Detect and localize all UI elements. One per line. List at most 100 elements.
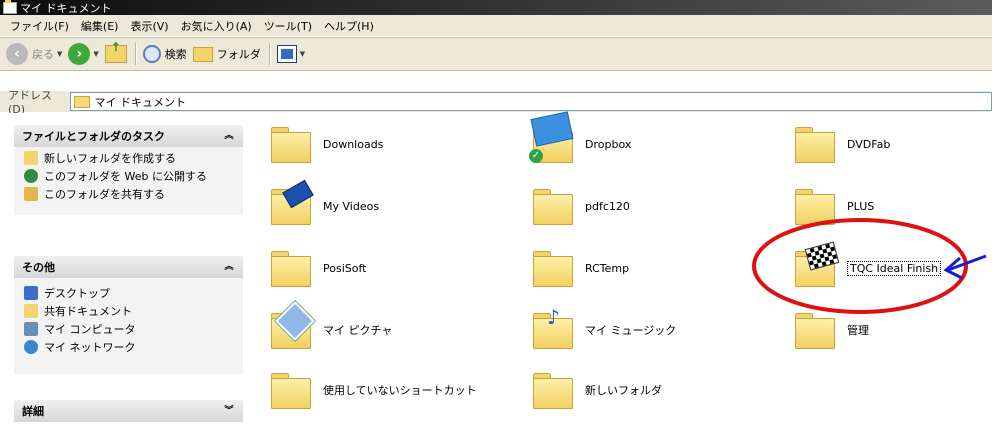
address-bar: アドレス(D) マイ ドキュメント bbox=[0, 89, 992, 116]
folder-icon bbox=[3, 0, 17, 14]
folder-icon bbox=[529, 249, 575, 287]
item-label: 使用していないショートカット bbox=[323, 384, 477, 397]
folder-item-downloads[interactable]: Downloads bbox=[267, 125, 383, 163]
highlight-circle bbox=[752, 218, 968, 314]
collapse-icon[interactable]: ︽ bbox=[223, 261, 235, 273]
item-label: pdfc120 bbox=[585, 199, 630, 213]
music-folder-icon: ♪ bbox=[529, 305, 575, 349]
other-panel-header[interactable]: その他 ︽ bbox=[14, 256, 243, 278]
menu-view[interactable]: 表示(V) bbox=[130, 18, 168, 34]
task-label: このフォルダを共有する bbox=[44, 188, 165, 201]
folder-item-my-videos[interactable]: My Videos bbox=[267, 179, 380, 225]
item-label: Downloads bbox=[323, 137, 384, 151]
address-label: アドレス(D) bbox=[8, 89, 52, 116]
address-input[interactable]: マイ ドキュメント bbox=[70, 92, 992, 111]
views-button[interactable]: ▼ bbox=[276, 41, 305, 67]
folder-item-pdfc120[interactable]: pdfc120 bbox=[529, 187, 630, 225]
title-bar: マイ ドキュメント bbox=[0, 0, 992, 15]
task-panel-header[interactable]: ファイルとフォルダのタスク ︽ bbox=[14, 125, 243, 147]
folders-label: フォルダ bbox=[216, 48, 261, 61]
folder-icon bbox=[791, 125, 837, 163]
folder-icon bbox=[267, 125, 313, 163]
folder-icon bbox=[267, 371, 313, 409]
menu-help[interactable]: ヘルプ(H) bbox=[324, 18, 374, 34]
address-value: マイ ドキュメント bbox=[94, 95, 186, 109]
other-panel-body: デスクトップ 共有ドキュメント マイ コンピュータ マイ ネットワーク bbox=[14, 278, 243, 374]
folder-icon bbox=[267, 249, 313, 287]
folder-item-my-music[interactable]: ♪ マイ ミュージック bbox=[529, 305, 677, 349]
link-desktop[interactable]: デスクトップ bbox=[24, 284, 243, 302]
menu-file[interactable]: ファイル(F) bbox=[10, 18, 69, 34]
toolbar: ‹ 戻る ▼ › ▼ ↑ 検索 フォルダ ▼ bbox=[0, 37, 992, 71]
details-panel-header[interactable]: 詳細 ︾ bbox=[14, 400, 243, 422]
dropbox-icon: ✓ bbox=[529, 111, 575, 163]
item-label: My Videos bbox=[323, 199, 380, 213]
link-label: マイ ネットワーク bbox=[44, 341, 136, 354]
toolbar-separator bbox=[268, 43, 271, 65]
folder-item-my-pictures[interactable]: マイ ピクチャ bbox=[267, 299, 393, 349]
link-label: マイ コンピュータ bbox=[44, 323, 136, 336]
folders-button[interactable]: フォルダ bbox=[192, 41, 261, 67]
item-label: Dropbox bbox=[585, 137, 632, 151]
views-icon bbox=[276, 45, 297, 63]
folder-item-unused-shortcuts[interactable]: 使用していないショートカット bbox=[267, 371, 477, 409]
folder-item-dvdfab[interactable]: DVDFab bbox=[791, 125, 890, 163]
folder-icon bbox=[74, 95, 91, 108]
search-label: 検索 bbox=[164, 48, 187, 61]
desktop-icon bbox=[24, 286, 38, 300]
up-folder-icon: ↑ bbox=[104, 40, 127, 63]
task-label: このフォルダを Web に公開する bbox=[44, 170, 207, 183]
computer-icon bbox=[24, 322, 38, 336]
chevron-down-icon[interactable]: ▼ bbox=[93, 50, 98, 58]
task-panel-body: 新しいフォルダを作成する このフォルダを Web に公開する このフォルダを共有… bbox=[14, 147, 243, 215]
video-folder-icon bbox=[267, 179, 314, 225]
link-label: デスクトップ bbox=[44, 287, 110, 300]
task-share-folder[interactable]: このフォルダを共有する bbox=[24, 185, 243, 203]
task-panel-title: ファイルとフォルダのタスク bbox=[22, 130, 165, 143]
folder-icon bbox=[192, 46, 213, 62]
item-label: マイ ミュージック bbox=[585, 324, 677, 337]
collapse-icon[interactable]: ︽ bbox=[223, 130, 235, 142]
other-panel-title: その他 bbox=[22, 261, 55, 274]
folder-icon bbox=[529, 371, 575, 409]
chevron-down-icon[interactable]: ▼ bbox=[57, 50, 62, 58]
back-arrow-icon: ‹ bbox=[6, 43, 28, 65]
new-folder-icon bbox=[24, 151, 38, 165]
menu-favorites[interactable]: お気に入り(A) bbox=[181, 18, 252, 34]
menu-tools[interactable]: ツール(T) bbox=[264, 18, 312, 34]
link-label: 共有ドキュメント bbox=[44, 305, 132, 318]
task-publish-web[interactable]: このフォルダを Web に公開する bbox=[24, 167, 243, 185]
link-my-network[interactable]: マイ ネットワーク bbox=[24, 338, 243, 356]
folder-icon bbox=[529, 187, 575, 225]
annotation-overlay bbox=[752, 218, 987, 314]
task-new-folder[interactable]: 新しいフォルダを作成する bbox=[24, 149, 243, 167]
folder-item-rctemp[interactable]: RCTemp bbox=[529, 249, 629, 287]
folder-item-dropbox[interactable]: ✓ Dropbox bbox=[529, 111, 632, 163]
network-icon bbox=[24, 340, 38, 354]
folder-item-new-folder[interactable]: 新しいフォルダ bbox=[529, 371, 662, 409]
item-label: RCTemp bbox=[585, 261, 630, 275]
link-shared-documents[interactable]: 共有ドキュメント bbox=[24, 302, 243, 320]
back-label: 戻る bbox=[32, 48, 54, 61]
forward-arrow-icon: › bbox=[68, 43, 91, 65]
toolbar-separator bbox=[134, 43, 137, 65]
file-list: Downloads ✓ Dropbox DVDFab My Videos pdf… bbox=[253, 111, 992, 426]
search-button[interactable]: 検索 bbox=[142, 41, 187, 67]
up-folder-button[interactable]: ↑ bbox=[104, 40, 127, 67]
share-folder-icon bbox=[24, 187, 38, 201]
task-label: 新しいフォルダを作成する bbox=[44, 152, 176, 165]
menu-bar: ファイル(F) 編集(E) 表示(V) お気に入り(A) ツール(T) ヘルプ(… bbox=[0, 15, 992, 37]
globe-icon bbox=[24, 169, 38, 183]
back-button[interactable]: ‹ 戻る ▼ bbox=[6, 41, 62, 67]
chevron-down-icon[interactable]: ▼ bbox=[300, 50, 305, 58]
link-my-computer[interactable]: マイ コンピュータ bbox=[24, 320, 243, 338]
folder-item-posisoft[interactable]: PosiSoft bbox=[267, 249, 366, 287]
item-label: マイ ピクチャ bbox=[323, 324, 393, 337]
picture-folder-icon bbox=[267, 299, 317, 349]
item-label: DVDFab bbox=[847, 137, 891, 151]
expand-icon[interactable]: ︾ bbox=[223, 405, 235, 417]
forward-button[interactable]: › ▼ bbox=[68, 41, 99, 67]
menu-edit[interactable]: 編集(E) bbox=[81, 18, 119, 34]
window-title: マイ ドキュメント bbox=[20, 1, 112, 15]
folder-icon bbox=[24, 304, 38, 318]
